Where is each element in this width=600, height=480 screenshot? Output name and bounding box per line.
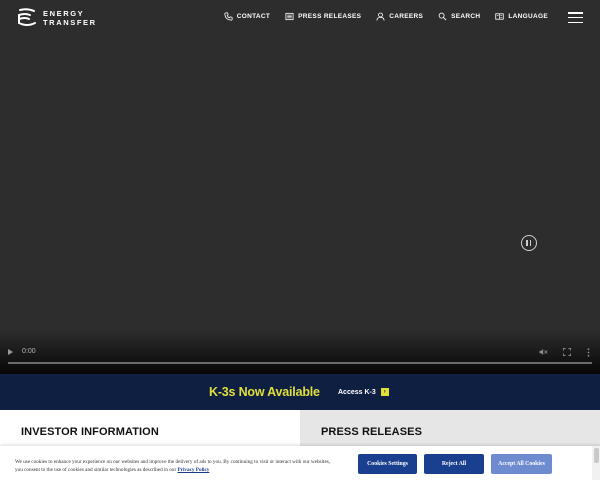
access-k3-label: Access K-3: [338, 388, 376, 396]
search-icon: [438, 12, 447, 21]
nav-contact[interactable]: CONTACT: [224, 12, 270, 21]
energy-transfer-logo[interactable]: ENERGY TRANSFER: [16, 7, 97, 29]
logo-wordmark: ENERGY TRANSFER: [43, 9, 97, 27]
newspaper-icon: [285, 12, 294, 21]
video-controls: 0:00: [0, 330, 600, 374]
top-nav: CONTACT PRESS RELEASES CAREERS SEARCH LA…: [224, 12, 548, 21]
cookie-notice-text: We use cookies to enhance your experienc…: [15, 458, 335, 474]
site-header: ENERGY TRANSFER CONTACT PRESS RELEASES C…: [0, 0, 600, 36]
banner-title: K-3s Now Available: [209, 385, 320, 399]
hamburger-menu-icon[interactable]: [568, 12, 583, 23]
cookies-settings-button[interactable]: Cookies Settings: [358, 454, 417, 474]
hero-video[interactable]: [0, 36, 600, 362]
video-time: 0:00: [22, 348, 36, 355]
video-progress-bar[interactable]: [8, 362, 592, 364]
fullscreen-icon[interactable]: [563, 348, 571, 356]
reject-all-button[interactable]: Reject All: [424, 454, 484, 474]
privacy-policy-link[interactable]: Privacy Policy: [178, 467, 210, 473]
nav-careers[interactable]: CAREERS: [376, 12, 423, 21]
nav-language-label: LANGUAGE: [508, 13, 548, 20]
cookie-message: We use cookies to enhance your experienc…: [15, 459, 331, 473]
cookie-scrollbar[interactable]: [592, 446, 600, 480]
pause-icon[interactable]: [521, 235, 537, 251]
accept-all-cookies-button[interactable]: Accept All Cookies: [491, 454, 552, 474]
k3-banner: K-3s Now Available Access K-3 ›: [0, 374, 600, 410]
logo-line-1: ENERGY: [43, 9, 85, 18]
hamburger-line: [568, 12, 583, 14]
cookie-scrollbar-thumb[interactable]: [593, 448, 599, 463]
logo-line-2: TRANSFER: [43, 18, 97, 27]
arrow-right-icon: ›: [380, 388, 389, 396]
phone-icon: [224, 12, 233, 21]
hamburger-line: [568, 16, 583, 19]
cookie-consent-banner: We use cookies to enhance your experienc…: [0, 446, 600, 480]
nav-search[interactable]: SEARCH: [438, 12, 480, 21]
nav-press-releases[interactable]: PRESS RELEASES: [285, 12, 361, 21]
muted-speaker-icon[interactable]: [539, 348, 548, 356]
investor-information-title: INVESTOR INFORMATION: [21, 426, 159, 438]
nav-contact-label: CONTACT: [236, 13, 271, 20]
person-icon: [376, 12, 385, 21]
logo-mark-icon: [18, 8, 36, 26]
access-k3-link[interactable]: Access K-3 ›: [338, 388, 389, 396]
hamburger-line: [568, 21, 583, 23]
nav-press-releases-label: PRESS RELEASES: [298, 13, 362, 20]
press-releases-title: PRESS RELEASES: [321, 426, 423, 438]
play-icon[interactable]: [8, 349, 13, 355]
nav-careers-label: CAREERS: [389, 13, 424, 20]
language-icon: [495, 13, 505, 20]
more-options-icon[interactable]: [587, 348, 590, 357]
nav-search-label: SEARCH: [451, 13, 481, 20]
nav-language[interactable]: LANGUAGE: [495, 12, 548, 21]
